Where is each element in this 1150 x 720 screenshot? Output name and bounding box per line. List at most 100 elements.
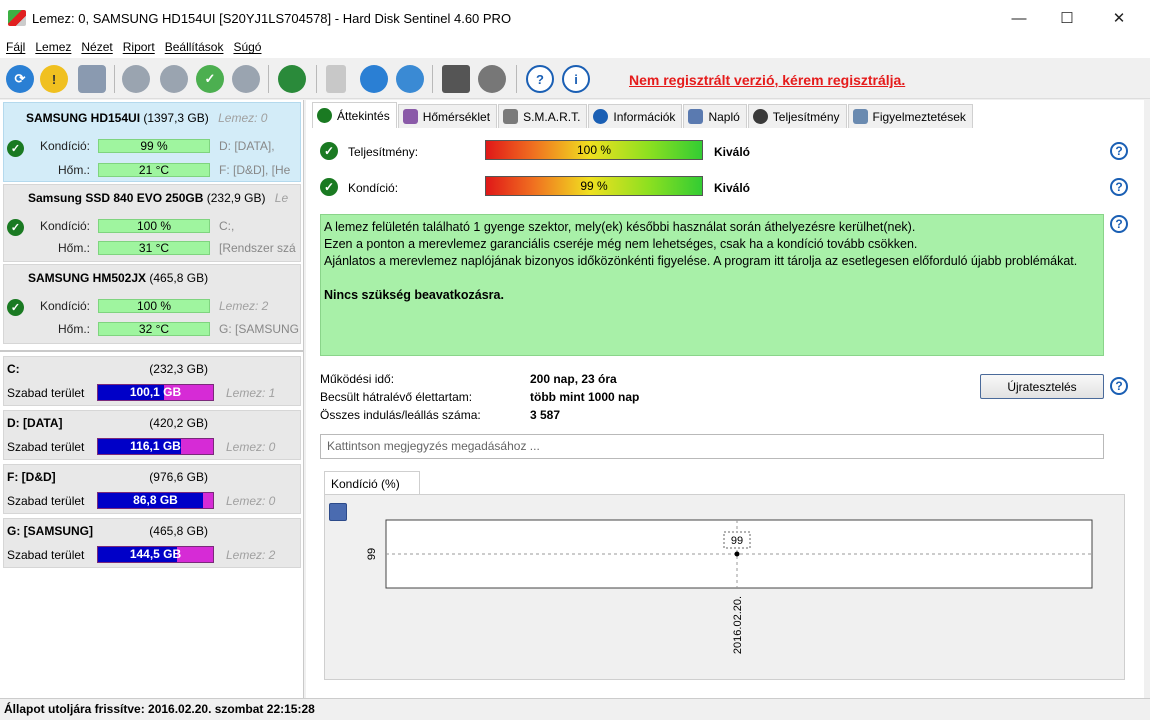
menu-bar: Fájl Lemez Nézet Riport Beállítások Súgó (0, 36, 1150, 58)
toolbar-separator (316, 65, 317, 93)
log-icon (688, 109, 704, 124)
disk-test-icon[interactable] (160, 65, 188, 93)
tab-label: Hőmérséklet (422, 109, 491, 124)
disk-entry[interactable]: SAMSUNG HM502JX (465,8 GB) ✓ Kondíció: 1… (3, 264, 301, 344)
help-icon[interactable]: ? (1110, 215, 1128, 233)
status-ok-icon: ✓ (7, 140, 24, 157)
menu-help[interactable]: Súgó (231, 40, 269, 54)
copy-icon[interactable] (360, 65, 388, 93)
volume-name: G: [SAMSUNG] (7, 524, 93, 538)
temperature-bar: 21 °C (98, 163, 210, 177)
volume-entry[interactable]: D: [DATA] (420,2 GB) Szabad terület 116,… (3, 410, 301, 460)
performance-ok-icon: ✓ (320, 142, 338, 160)
disk-entry[interactable]: Samsung SSD 840 EVO 250GB (232,9 GB) Le … (3, 184, 301, 262)
close-button[interactable]: ✕ (1096, 0, 1142, 36)
drive-icon[interactable] (78, 65, 106, 93)
help-icon[interactable]: ? (1110, 142, 1128, 160)
smart-icon (503, 109, 519, 124)
tab-label: Napló (708, 109, 740, 124)
tab-label: S.M.A.R.T. (523, 109, 581, 124)
disk-entry-selected[interactable]: SAMSUNG HD154UI (1397,3 GB) Lemez: 0 ✓ K… (3, 102, 301, 182)
disk-size: (1397,3 GB) (143, 111, 209, 125)
menu-disk[interactable]: Lemez (33, 40, 79, 54)
speedometer-icon (752, 109, 768, 124)
check-icon (317, 108, 332, 123)
globe-icon[interactable] (278, 65, 306, 93)
info-icon[interactable]: i (562, 65, 590, 93)
retest-button[interactable]: Újratesztelés (980, 374, 1104, 399)
tab-alerts[interactable]: Figyelmeztetések (847, 104, 973, 128)
registration-notice-link[interactable]: Nem regisztrált verzió, kérem regisztrál… (629, 72, 905, 88)
performance-rating: Kiváló (714, 145, 751, 159)
volume-name: D: [DATA] (7, 416, 63, 430)
maximize-button[interactable]: ☐ (1044, 0, 1090, 36)
free-space-value: 116,1 GB (130, 439, 181, 453)
window-title: Lemez: 0, SAMSUNG HD154UI [S20YJ1LS70457… (32, 10, 512, 26)
x-tick-label: 2016.02.20. (732, 596, 744, 654)
condition-bar: 100 % (98, 219, 210, 233)
condition-ok-icon: ✓ (320, 178, 338, 196)
minimize-button[interactable]: — (996, 0, 1042, 36)
point-label: 99 (731, 535, 743, 547)
title-bar: Lemez: 0, SAMSUNG HD154UI [S20YJ1LS70457… (0, 0, 1150, 36)
condition-label: Kondíció: (39, 219, 90, 233)
toolbar-separator (114, 65, 115, 93)
speaker-icon[interactable] (478, 65, 506, 93)
refresh-icon[interactable]: ⟳ (6, 65, 34, 93)
disk-volumes-2: [Rendszer szá (219, 241, 296, 255)
app-logo-icon (8, 10, 26, 26)
menu-report[interactable]: Riport (121, 40, 163, 54)
volume-disk-number: Lemez: 2 (226, 548, 276, 562)
free-space-label: Szabad terület (7, 440, 85, 454)
chart-tab[interactable]: Kondíció (%) (324, 471, 420, 495)
help-icon[interactable]: ? (1110, 178, 1128, 196)
menu-settings[interactable]: Beállítások (163, 40, 232, 54)
details-panel: Áttekintés Hőmérséklet S.M.A.R.T. Inform… (306, 100, 1144, 698)
volume-entry[interactable]: F: [D&D] (976,6 GB) Szabad terület 86,8 … (3, 464, 301, 514)
condition-label: Kondíció: (39, 299, 90, 313)
help-icon[interactable]: ? (1110, 377, 1128, 395)
disk-name: Samsung SSD 840 EVO 250GB (28, 191, 204, 205)
free-space-bar: 116,1 GB (97, 438, 214, 455)
temperature-label: Hőm.: (57, 322, 90, 336)
free-space-bar: 100,1 GB (97, 384, 214, 401)
status-ok-icon: ✓ (7, 219, 24, 236)
temperature-bar: 32 °C (98, 322, 210, 336)
volume-size: (232,3 GB) (149, 362, 208, 376)
status-bar: Állapot utoljára frissítve: 2016.02.20. … (0, 698, 1150, 720)
tab-bar: Áttekintés Hőmérséklet S.M.A.R.T. Inform… (312, 102, 974, 128)
disk-name: SAMSUNG HD154UI (26, 111, 141, 125)
temperature-label: Hőm.: (57, 163, 90, 177)
tab-performance[interactable]: Teljesítmény (747, 104, 847, 128)
comment-field[interactable]: Kattintson megjegyzés megadásához ... (320, 434, 1104, 459)
report-icon[interactable] (326, 65, 346, 93)
chart-svg: 99 99 2016.02.20. (366, 519, 1093, 654)
disk-test-icon[interactable] (122, 65, 150, 93)
toolbar-separator (268, 65, 269, 93)
tab-temperature[interactable]: Hőmérséklet (397, 104, 498, 128)
help-icon[interactable]: ? (526, 65, 554, 93)
disk-test-ok-icon[interactable]: ✓ (196, 65, 224, 93)
volume-entry[interactable]: G: [SAMSUNG] (465,8 GB) Szabad terület 1… (3, 518, 301, 568)
menu-view[interactable]: Nézet (79, 40, 120, 54)
warning-icon[interactable]: ! (40, 65, 68, 93)
disk-title: SAMSUNG HM502JX (465,8 GB) (28, 271, 208, 285)
monitor-icon[interactable] (442, 65, 470, 93)
data-point (734, 551, 740, 557)
disk-list-panel: SAMSUNG HD154UI (1397,3 GB) Lemez: 0 ✓ K… (0, 100, 304, 698)
tab-log[interactable]: Napló (683, 104, 747, 128)
tab-smart[interactable]: S.M.A.R.T. (498, 104, 588, 128)
disk-size: (465,8 GB) (149, 271, 209, 285)
network-icon[interactable] (396, 65, 424, 93)
remaining-life-value: több mint 1000 nap (530, 390, 640, 404)
condition-bar: 99 % (98, 139, 210, 153)
toolbar-separator (516, 65, 517, 93)
menu-file[interactable]: Fájl (4, 40, 33, 54)
tab-information[interactable]: Információk (588, 104, 683, 128)
tab-label: Figyelmeztetések (872, 109, 966, 124)
volume-entry[interactable]: C: (232,3 GB) Szabad terület 100,1 GB Le… (3, 356, 301, 406)
free-space-label: Szabad terület (7, 386, 85, 400)
tab-overview[interactable]: Áttekintés (312, 102, 397, 128)
disk-test-icon[interactable] (232, 65, 260, 93)
condition-rating: Kiváló (714, 181, 751, 195)
